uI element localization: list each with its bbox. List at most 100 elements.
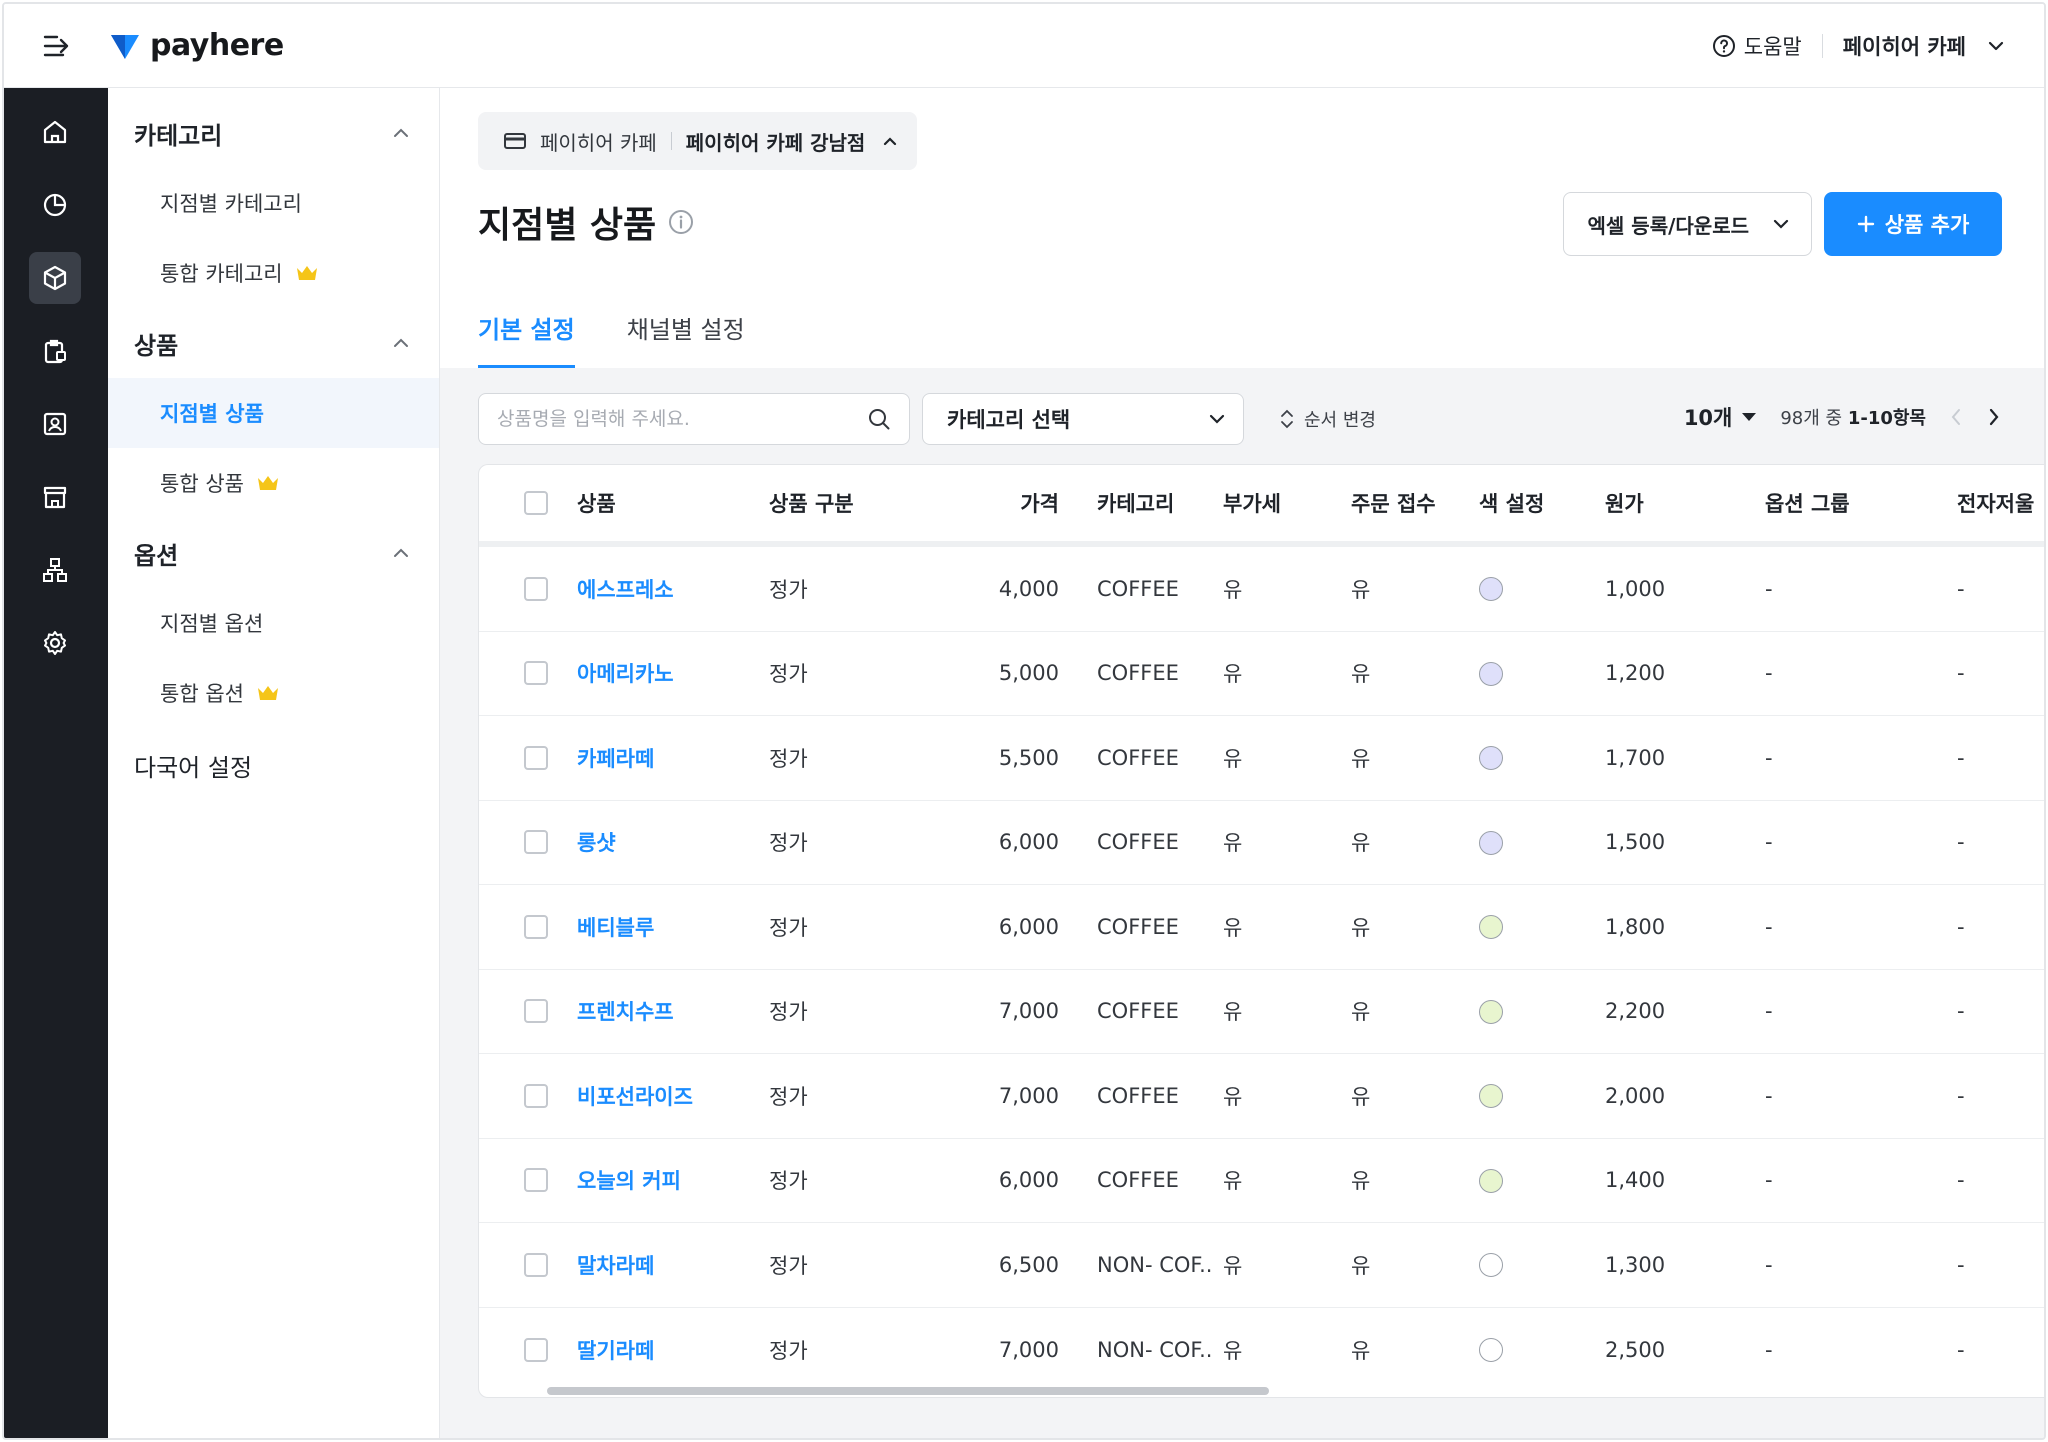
table-row[interactable]: 딸기라떼 정가 7,000 NON- COF.. 유 유 2,500 - - (479, 1308, 2044, 1393)
color-swatch[interactable] (1479, 661, 1503, 686)
add-product-button[interactable]: 상품 추가 (1824, 192, 2002, 256)
column-header-category[interactable]: 카테고리 (1059, 488, 1221, 518)
table-row[interactable]: 오늘의 커피 정가 6,000 COFFEE 유 유 1,400 - - (479, 1139, 2044, 1223)
rail-store[interactable] (29, 471, 81, 523)
product-type-cell: 정가 (769, 1081, 949, 1111)
row-checkbox[interactable] (524, 576, 548, 601)
sidebar-item-branch-product[interactable]: 지점별 상품 (108, 378, 439, 448)
tab-basic-settings[interactable]: 기본 설정 (478, 310, 575, 368)
rail-organization[interactable] (29, 544, 81, 596)
category-select[interactable]: 카테고리 선택 (922, 393, 1244, 445)
color-swatch[interactable] (1479, 1084, 1503, 1109)
row-checkbox[interactable] (524, 1083, 548, 1108)
color-swatch[interactable] (1479, 746, 1503, 771)
column-header-vat[interactable]: 부가세 (1221, 488, 1349, 518)
color-swatch[interactable] (1479, 1338, 1503, 1363)
rail-sales[interactable] (29, 179, 81, 231)
column-header-order[interactable]: 주문 접수 (1349, 488, 1477, 518)
sidebar-group-option[interactable]: 옵션 (108, 518, 439, 588)
row-checkbox[interactable] (524, 1252, 548, 1277)
select-all-checkbox[interactable] (524, 491, 548, 515)
table-row[interactable]: 에스프레소 정가 4,000 COFFEE 유 유 1,000 - - (479, 547, 2044, 632)
info-icon[interactable] (668, 209, 694, 235)
color-swatch[interactable] (1479, 915, 1503, 940)
rail-settings[interactable] (29, 617, 81, 669)
table-row[interactable]: 롱샷 정가 6,000 COFFEE 유 유 1,500 - - (479, 801, 2044, 885)
table-row[interactable]: 프렌치수프 정가 7,000 COFFEE 유 유 2,200 - - (479, 970, 2044, 1054)
table-row[interactable]: 카페라떼 정가 5,500 COFFEE 유 유 1,700 - - (479, 716, 2044, 801)
row-checkbox[interactable] (524, 914, 548, 939)
rail-home[interactable] (29, 106, 81, 158)
sidebar-group-category[interactable]: 카테고리 (108, 98, 439, 168)
search-icon[interactable] (867, 407, 891, 431)
menu-toggle-button[interactable] (4, 4, 110, 88)
rail-inventory[interactable] (29, 325, 81, 377)
color-swatch[interactable] (1479, 1253, 1503, 1278)
sidebar-item-branch-option[interactable]: 지점별 옵션 (108, 588, 439, 658)
product-name-link-text[interactable]: 오늘의 커피 (577, 1169, 681, 1193)
row-checkbox[interactable] (524, 1168, 548, 1193)
tab-channel-settings[interactable]: 채널별 설정 (627, 310, 745, 368)
product-name-link[interactable]: 비포선라이즈 (577, 1081, 769, 1111)
page-size-select[interactable]: 10개 (1684, 402, 1757, 432)
color-swatch[interactable] (1479, 577, 1503, 602)
column-header-color[interactable]: 색 설정 (1477, 488, 1603, 518)
product-name-link[interactable]: 롱샷 (577, 827, 769, 857)
product-name-link-text[interactable]: 롱샷 (577, 831, 616, 855)
product-name-link[interactable]: 에스프레소 (577, 574, 769, 604)
branch-selector[interactable]: 페이히어 카페 강남점 (686, 127, 898, 156)
row-checkbox[interactable] (524, 999, 548, 1024)
sidebar-item-branch-category[interactable]: 지점별 카테고리 (108, 168, 439, 238)
color-swatch[interactable] (1479, 1168, 1503, 1193)
horizontal-scrollbar[interactable] (479, 1383, 2044, 1397)
product-name-link[interactable]: 베티블루 (577, 912, 769, 942)
sidebar-group-product[interactable]: 상품 (108, 308, 439, 378)
color-swatch[interactable] (1479, 830, 1503, 855)
product-name-link-text[interactable]: 에스프레소 (577, 578, 674, 602)
chevron-right-icon[interactable] (1988, 408, 2000, 426)
product-name-link-text[interactable]: 말차라떼 (577, 1254, 654, 1278)
row-checkbox[interactable] (524, 745, 548, 770)
product-name-link[interactable]: 오늘의 커피 (577, 1165, 769, 1195)
row-checkbox[interactable] (524, 1337, 548, 1362)
rail-customers[interactable] (29, 398, 81, 450)
column-header-e-register[interactable]: 전자저울 (1955, 488, 2035, 518)
rail-products[interactable] (29, 252, 81, 304)
table-row[interactable]: 비포선라이즈 정가 7,000 COFFEE 유 유 2,000 - - (479, 1054, 2044, 1139)
search-input[interactable] (497, 408, 867, 430)
table-row[interactable]: 베티블루 정가 6,000 COFFEE 유 유 1,800 - - (479, 885, 2044, 970)
product-name-link[interactable]: 프렌치수프 (577, 996, 769, 1026)
sidebar-item-unified-option[interactable]: 통합 옵션 (108, 658, 439, 728)
column-header-type[interactable]: 상품 구분 (769, 488, 949, 518)
excel-button[interactable]: 엑셀 등록/다운로드 (1562, 192, 1812, 256)
product-name-link-text[interactable]: 아메리카노 (577, 662, 674, 686)
product-name-link[interactable]: 아메리카노 (577, 658, 769, 688)
product-name-link-text[interactable]: 베티블루 (577, 916, 654, 940)
column-header-cost[interactable]: 원가 (1603, 488, 1763, 518)
product-name-link-text[interactable]: 딸기라떼 (577, 1339, 654, 1363)
chevron-left-icon[interactable] (1950, 408, 1962, 426)
product-name-link[interactable]: 딸기라떼 (577, 1335, 769, 1365)
help-button[interactable]: 도움말 (1712, 31, 1802, 61)
row-checkbox[interactable] (524, 661, 548, 686)
table-row[interactable]: 아메리카노 정가 5,000 COFFEE 유 유 1,200 - - (479, 632, 2044, 716)
column-header-price[interactable]: 가격 (949, 488, 1059, 518)
product-name-link[interactable]: 말차라떼 (577, 1250, 769, 1280)
scrollbar-thumb[interactable] (547, 1387, 1269, 1395)
order-change-button[interactable]: 순서 변경 (1280, 406, 1376, 432)
product-name-link-text[interactable]: 비포선라이즈 (577, 1085, 693, 1109)
row-checkbox[interactable] (524, 830, 548, 855)
sidebar-item-language[interactable]: 다국어 설정 (108, 728, 439, 802)
store-selector[interactable]: 페이히어 카페 (1843, 31, 2004, 61)
product-name-link[interactable]: 카페라떼 (577, 743, 769, 773)
column-header-option-group[interactable]: 옵션 그룹 (1763, 488, 1955, 518)
sidebar-item-unified-category[interactable]: 통합 카테고리 (108, 238, 439, 308)
product-name-link-text[interactable]: 카페라떼 (577, 747, 654, 771)
color-swatch[interactable] (1479, 999, 1503, 1024)
payhere-logo[interactable]: payhere (110, 28, 284, 63)
product-name-link-text[interactable]: 프렌치수프 (577, 1000, 674, 1024)
table-row[interactable]: 말차라떼 정가 6,500 NON- COF.. 유 유 1,300 - - (479, 1223, 2044, 1308)
sidebar-item-unified-product[interactable]: 통합 상품 (108, 448, 439, 518)
column-header-product[interactable]: 상품 (577, 488, 769, 518)
breadcrumb[interactable]: 페이히어 카페 페이히어 카페 강남점 (478, 112, 918, 170)
